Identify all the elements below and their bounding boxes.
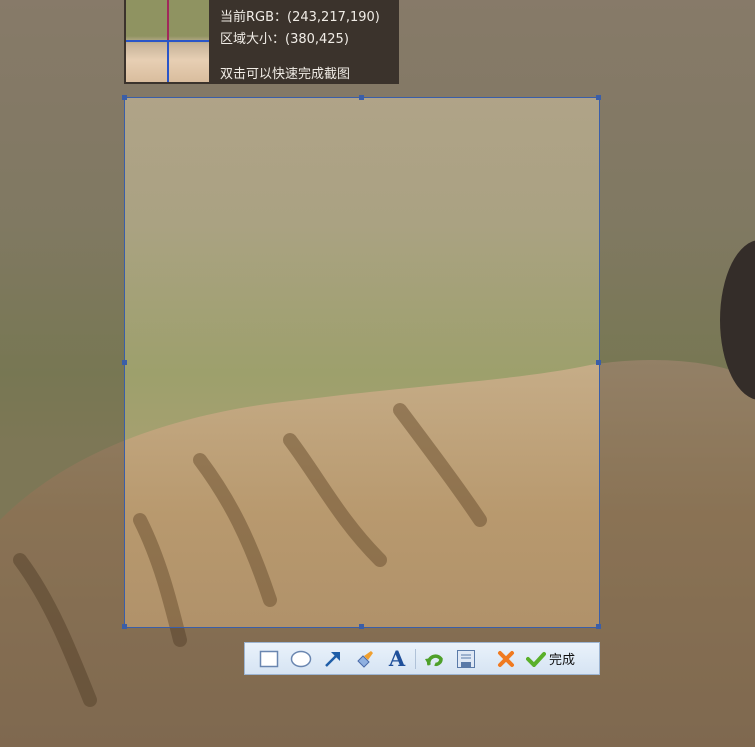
resize-handle-nw[interactable]: [122, 95, 127, 100]
cancel-icon: [498, 650, 514, 667]
resize-handle-n[interactable]: [359, 95, 364, 100]
arrow-tool-button[interactable]: [317, 645, 349, 673]
cancel-button[interactable]: [490, 645, 522, 673]
rectangle-icon: [259, 650, 279, 667]
selection-area[interactable]: [122, 95, 601, 629]
resize-handle-w[interactable]: [122, 359, 127, 365]
resize-handle-e[interactable]: [596, 359, 601, 365]
text-icon: A: [388, 646, 406, 671]
done-label: 完成: [549, 653, 576, 668]
current-rgb: 当前RGB：(243,217,190): [220, 10, 380, 25]
resize-handle-s[interactable]: [359, 624, 364, 629]
ellipse-icon: [290, 650, 312, 667]
undo-icon: [425, 653, 443, 666]
done-button[interactable]: 完成: [526, 649, 575, 668]
brush-tool-button[interactable]: [349, 645, 381, 673]
rectangle-tool-button[interactable]: [253, 645, 285, 673]
magnifier-preview: [126, 0, 209, 82]
toolbar-divider: [415, 648, 416, 669]
undo-button[interactable]: [418, 645, 450, 673]
region-size: 区域大小：(380,425): [220, 32, 349, 47]
checkmark-icon: [526, 651, 546, 667]
ellipse-tool-button[interactable]: [285, 645, 317, 673]
resize-handle-sw[interactable]: [122, 624, 127, 629]
save-icon: [457, 649, 475, 668]
resize-handle-se[interactable]: [596, 624, 601, 629]
screenshot-toolbar: A 完成: [244, 642, 600, 675]
hint-text: 双击可以快速完成截图: [220, 67, 351, 82]
resize-handle-ne[interactable]: [596, 95, 601, 100]
info-panel: 当前RGB：(243,217,190) 区域大小：(380,425) 双击可以快…: [124, 0, 399, 84]
save-button[interactable]: [450, 645, 482, 673]
arrow-icon: [325, 651, 340, 667]
text-tool-button[interactable]: A: [381, 645, 413, 673]
brush-icon: [357, 650, 373, 668]
